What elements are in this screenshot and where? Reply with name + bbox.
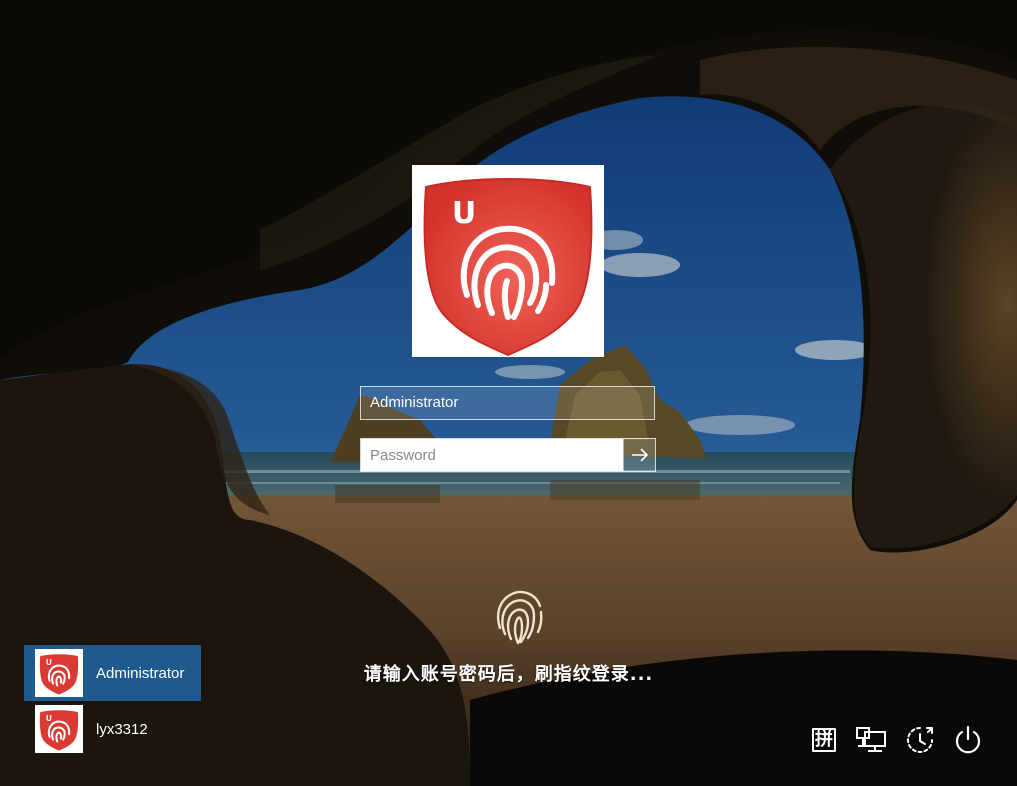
user-thumbnail: U [35, 705, 83, 753]
svg-text:U: U [46, 658, 52, 667]
ease-of-access-button[interactable] [902, 722, 938, 758]
power-icon [955, 725, 981, 754]
user-thumbnail: U [35, 649, 83, 697]
user-avatar: U [412, 165, 604, 357]
user-item-lyx3312[interactable]: U lyx3312 [24, 701, 201, 757]
ime-button[interactable]: 拼 [806, 722, 842, 758]
fingerprint-icon [496, 590, 543, 645]
ease-of-access-icon [907, 727, 933, 753]
fingerprint-shield-logo: U [39, 710, 79, 751]
svg-text:U: U [452, 196, 476, 231]
username-field[interactable]: Administrator [360, 386, 655, 420]
svg-text:U: U [46, 714, 52, 723]
network-icon [856, 727, 886, 752]
user-item-label: Administrator [96, 664, 185, 682]
arrow-right-icon [631, 448, 648, 462]
user-item-label: lyx3312 [96, 720, 148, 738]
password-input[interactable] [361, 439, 624, 471]
fingerprint-shield-logo: U [39, 654, 79, 695]
submit-button[interactable] [623, 439, 655, 471]
power-button[interactable] [950, 722, 986, 758]
user-item-administrator[interactable]: U Administrator [24, 645, 201, 701]
password-field-group [360, 438, 656, 472]
ime-icon: 拼 [812, 728, 836, 752]
network-button[interactable] [853, 722, 889, 758]
fingerprint-shield-logo: U [423, 177, 593, 357]
